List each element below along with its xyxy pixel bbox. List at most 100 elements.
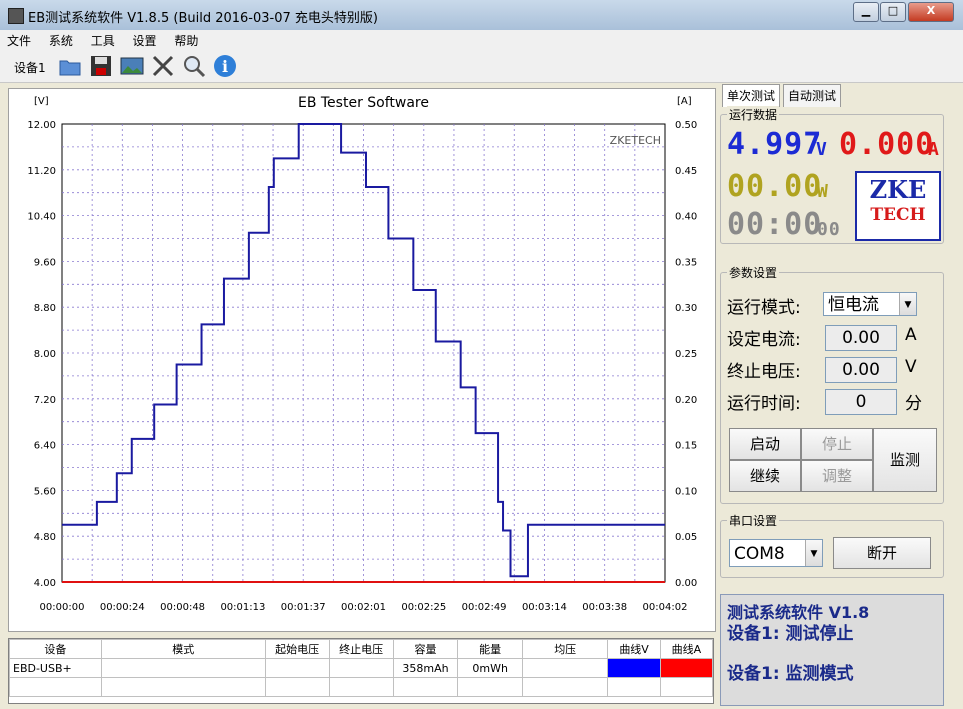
menu-settings[interactable]: 设置 bbox=[126, 30, 164, 49]
run-time-unit: 分 bbox=[905, 394, 922, 414]
y-tick-label: 8.80 bbox=[34, 303, 56, 314]
col-curve-v: 曲线V bbox=[607, 639, 661, 659]
folder-icon[interactable] bbox=[58, 54, 82, 78]
col-end-voltage: 终止电压 bbox=[328, 639, 394, 659]
chevron-down-icon[interactable]: ▼ bbox=[899, 293, 916, 315]
y2-tick-label: 0.35 bbox=[675, 257, 697, 268]
maximize-button[interactable]: □ bbox=[880, 2, 906, 22]
y-tick-label: 12.00 bbox=[27, 120, 56, 131]
cell-start-voltage bbox=[264, 658, 330, 678]
cell-mode bbox=[100, 658, 266, 678]
cell-curve-a-color[interactable] bbox=[659, 658, 714, 678]
table-header-row: 设备 模式 起始电压 终止电压 容量 能量 均压 曲线V 曲线A bbox=[9, 639, 714, 659]
serial-label: 串口设置 bbox=[727, 512, 780, 529]
mode-select[interactable]: 恒电流 ▼ bbox=[823, 292, 917, 316]
set-current-unit: A bbox=[905, 325, 917, 345]
y-tick-label: 9.60 bbox=[34, 257, 56, 268]
x-tick-label: 00:00:48 bbox=[160, 602, 205, 613]
title-bar: EB测试系统软件 V1.8.5 (Build 2016-03-07 充电头特别版… bbox=[0, 0, 963, 31]
mode-label: 运行模式: bbox=[727, 298, 801, 318]
col-energy: 能量 bbox=[457, 639, 523, 659]
cell-energy: 0mWh bbox=[457, 658, 523, 678]
y-tick-label: 6.40 bbox=[34, 441, 56, 452]
monitor-button[interactable]: 监测 bbox=[873, 428, 937, 492]
y2-tick-label: 0.05 bbox=[675, 532, 697, 543]
status-line-3: 设备1: 监测模式 bbox=[727, 664, 854, 684]
y2-tick-label: 0.20 bbox=[675, 395, 697, 406]
stop-button[interactable]: 停止 bbox=[801, 428, 873, 460]
y-tick-label: 5.60 bbox=[34, 486, 56, 497]
port-select[interactable]: COM8 ▼ bbox=[729, 539, 823, 567]
device-selector[interactable]: 设备1 bbox=[14, 59, 46, 76]
menu-system[interactable]: 系统 bbox=[42, 30, 80, 49]
col-capacity: 容量 bbox=[392, 639, 459, 659]
serial-group: 串口设置 COM8 ▼ 断开 bbox=[720, 512, 944, 578]
save-icon[interactable] bbox=[89, 54, 113, 78]
x-tick-label: 00:04:02 bbox=[643, 602, 688, 613]
col-device: 设备 bbox=[9, 639, 102, 659]
x-tick-label: 00:03:38 bbox=[582, 602, 627, 613]
svg-text:i: i bbox=[222, 57, 228, 76]
start-button[interactable]: 启动 bbox=[729, 428, 801, 460]
menu-tools[interactable]: 工具 bbox=[84, 30, 122, 49]
set-current-label: 设定电流: bbox=[727, 330, 801, 350]
chart-panel: 12.00 11.20 10.40 9.60 8.80 8.00 7.20 6.40 5.60 4… bbox=[8, 88, 716, 632]
end-voltage-input[interactable]: 0.00 bbox=[825, 357, 897, 383]
y2-tick-label: 0.00 bbox=[675, 578, 697, 589]
y2-tick-label: 0.30 bbox=[675, 303, 697, 314]
y-tick-label: 8.00 bbox=[34, 349, 56, 360]
tools-icon[interactable] bbox=[151, 54, 175, 78]
adjust-button[interactable]: 调整 bbox=[801, 460, 873, 492]
time-seconds: 00 bbox=[817, 219, 841, 240]
chart-watermark: ZKETECH bbox=[610, 134, 661, 147]
x-tick-label: 00:01:37 bbox=[281, 602, 326, 613]
y2-tick-label: 0.40 bbox=[675, 212, 697, 223]
x-tick-label: 00:02:49 bbox=[462, 602, 507, 613]
cell-capacity: 358mAh bbox=[392, 658, 459, 678]
col-mode: 模式 bbox=[100, 639, 266, 659]
y2-tick-label: 0.10 bbox=[675, 486, 697, 497]
chart-grid bbox=[61, 123, 666, 583]
voltage-unit: V bbox=[816, 139, 828, 160]
y-tick-label: 10.40 bbox=[27, 212, 56, 223]
magnifier-icon[interactable] bbox=[182, 54, 206, 78]
end-voltage-unit: V bbox=[905, 357, 917, 377]
current-unit: A bbox=[928, 139, 940, 160]
col-avg-voltage: 均压 bbox=[521, 639, 609, 659]
x-tick-label: 00:00:24 bbox=[100, 602, 145, 613]
voltage-readout: 4.997 bbox=[727, 127, 823, 162]
image-icon[interactable] bbox=[120, 54, 144, 78]
window-title: EB测试系统软件 V1.8.5 (Build 2016-03-07 充电头特别版… bbox=[28, 11, 378, 26]
time-readout: 00:00 bbox=[727, 207, 823, 242]
power-unit: W bbox=[817, 181, 829, 202]
y-tick-label: 4.80 bbox=[34, 532, 56, 543]
y-axis-label: [V] bbox=[34, 96, 49, 107]
cell-curve-v-color[interactable] bbox=[607, 658, 661, 678]
x-tick-label: 00:01:13 bbox=[220, 602, 265, 613]
minimize-button[interactable]: ▁ bbox=[853, 2, 879, 22]
menu-file[interactable]: 文件 bbox=[0, 30, 38, 49]
table-row[interactable]: EBD-USB+ 358mAh 0mWh bbox=[9, 658, 714, 678]
params-label: 参数设置 bbox=[727, 264, 780, 281]
tab-single-test[interactable]: 单次测试 bbox=[722, 84, 781, 107]
tab-auto-test[interactable]: 自动测试 bbox=[783, 84, 842, 107]
params-group: 参数设置 运行模式: 恒电流 ▼ 设定电流: 0.00 A 终止电压: 0.00… bbox=[720, 264, 944, 504]
app-icon bbox=[8, 8, 24, 24]
y2-tick-label: 0.25 bbox=[675, 349, 697, 360]
status-line-2: 设备1: 测试停止 bbox=[727, 624, 854, 644]
y-tick-label: 7.20 bbox=[34, 395, 56, 406]
run-data-label: 运行数据 bbox=[727, 106, 780, 123]
chevron-down-icon[interactable]: ▼ bbox=[805, 540, 822, 566]
disconnect-button[interactable]: 断开 bbox=[833, 537, 931, 569]
y-tick-label: 11.20 bbox=[27, 166, 56, 177]
set-current-input[interactable]: 0.00 bbox=[825, 325, 897, 351]
close-button[interactable]: X bbox=[908, 2, 954, 22]
info-icon[interactable]: i bbox=[213, 54, 237, 78]
run-time-input[interactable]: 0 bbox=[825, 389, 897, 415]
chart-title: EB Tester Software bbox=[298, 95, 429, 111]
menu-help[interactable]: 帮助 bbox=[167, 30, 205, 49]
logo-top: ZKE bbox=[869, 175, 927, 204]
x-tick-label: 00:00:00 bbox=[40, 602, 85, 613]
y2-tick-label: 0.45 bbox=[675, 166, 697, 177]
continue-button[interactable]: 继续 bbox=[729, 460, 801, 492]
